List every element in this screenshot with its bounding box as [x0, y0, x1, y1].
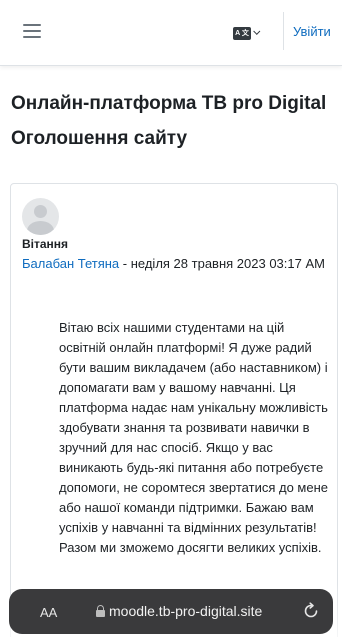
menu-icon[interactable] — [23, 24, 41, 38]
forum-post: Вітання Балабан Тетяна - неділя 28 травн… — [10, 183, 338, 637]
reader-settings-label: AA — [40, 605, 58, 620]
chevron-down-icon — [253, 27, 261, 35]
reload-icon[interactable] — [301, 601, 321, 621]
language-icon: A 文 — [233, 26, 251, 40]
site-title: Онлайн-платформа ТВ pro Digital — [11, 93, 327, 114]
url-text[interactable]: moodle.tb-pro-digital.site — [109, 603, 262, 619]
user-avatar-icon[interactable] — [22, 198, 59, 235]
navbar: A 文 Увійти — [0, 0, 342, 66]
post-date: - неділя 28 травня 2023 03:17 AM — [119, 256, 325, 271]
login-link[interactable]: Увійти — [293, 24, 331, 39]
lock-icon — [96, 605, 105, 617]
post-message: Вітаю всіх нашими студентами на цій осві… — [59, 320, 328, 555]
page-title: Оголошення сайту — [11, 128, 188, 149]
language-icon-text: A 文 — [235, 29, 249, 37]
language-menu[interactable]: A 文 — [233, 25, 261, 41]
post-subject: Вітання — [22, 237, 69, 251]
navbar-divider — [283, 12, 284, 50]
browser-address-bar[interactable]: AA moodle.tb-pro-digital.site — [9, 589, 333, 634]
author-link[interactable]: Балабан Тетяна — [22, 256, 119, 271]
post-byline: Балабан Тетяна - неділя 28 травня 2023 0… — [22, 254, 332, 274]
reader-settings-button[interactable]: AA — [40, 605, 57, 620]
